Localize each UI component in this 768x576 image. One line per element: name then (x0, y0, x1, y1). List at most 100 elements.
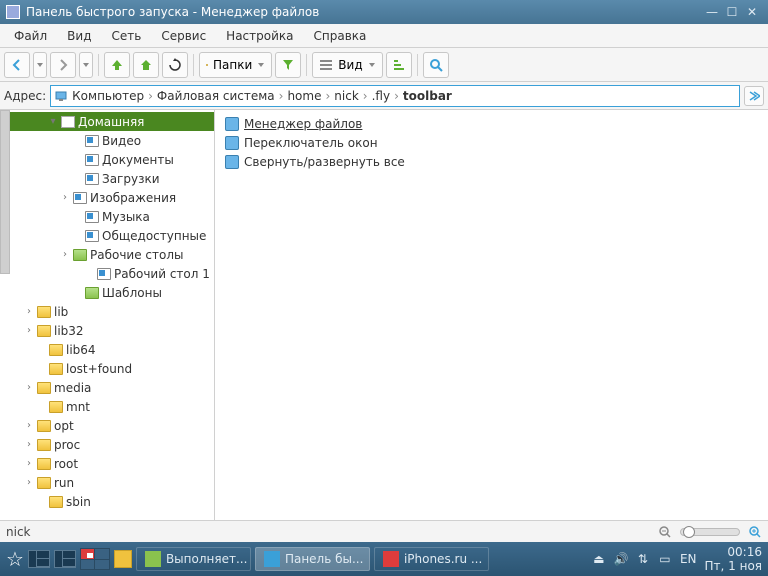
menu-settings[interactable]: Настройка (216, 26, 303, 46)
tree-item[interactable]: ›lib32 (0, 321, 214, 340)
folder-icon (49, 363, 63, 375)
menu-view[interactable]: Вид (57, 26, 101, 46)
tray-screen-icon[interactable]: ▭ (658, 552, 672, 566)
zoom-out-icon[interactable] (658, 525, 672, 539)
tray-clock[interactable]: 00:16 Пт, 1 ноя (705, 545, 763, 574)
tree-item[interactable]: ▾Домашняя (0, 112, 214, 131)
tree-item[interactable]: lost+found (0, 359, 214, 378)
taskbar-window-button[interactable]: Панель бы... (255, 547, 370, 571)
taskbar-window-button[interactable]: iPhones.ru ... (374, 547, 489, 571)
tree-item[interactable]: › root (0, 454, 214, 473)
tree-twisty[interactable]: › (24, 439, 34, 450)
address-box[interactable]: Компьютер› Файловая система› home› nick›… (50, 85, 740, 107)
tree-twisty[interactable]: › (24, 420, 34, 431)
content-area: ▾ДомашняяВидео Документы Загрузки ›Изображе… (0, 110, 768, 520)
breadcrumb-toolbar[interactable]: toolbar (400, 89, 455, 103)
tree-item[interactable]: Рабочий стол 1 (0, 264, 214, 283)
taskbar-window-button[interactable]: Выполняет... (136, 547, 251, 571)
breadcrumb-fs[interactable]: Файловая система (154, 89, 278, 103)
close-button[interactable]: ✕ (742, 3, 762, 21)
file-item[interactable]: Менеджер файлов (221, 114, 762, 133)
file-item[interactable]: Свернуть/развернуть все (221, 152, 762, 171)
forward-dropdown[interactable] (79, 52, 93, 78)
tray-usb-icon[interactable]: ⏏ (592, 552, 606, 566)
folder-icon (85, 135, 99, 147)
tree-item[interactable]: ›proc (0, 435, 214, 454)
tree-twisty[interactable]: › (24, 325, 34, 336)
maximize-button[interactable]: ☐ (722, 3, 742, 21)
menu-file[interactable]: Файл (4, 26, 57, 46)
filter-button[interactable] (275, 52, 301, 78)
tree-item[interactable]: Музыка (0, 207, 214, 226)
breadcrumb-home[interactable]: home (284, 89, 324, 103)
file-label: Переключатель окон (244, 136, 378, 150)
show-desktop-button[interactable] (28, 550, 50, 568)
tree-twisty[interactable]: › (24, 306, 34, 317)
up-button[interactable] (104, 52, 130, 78)
tree-item[interactable]: ›media (0, 378, 214, 397)
workspace-pager[interactable] (80, 548, 110, 570)
breadcrumb-nick[interactable]: nick (331, 89, 362, 103)
tree-item[interactable]: ›Рабочие столы (0, 245, 214, 264)
folder-icon (85, 154, 99, 166)
zoom-slider[interactable] (680, 528, 740, 536)
statusbar: nick (0, 520, 768, 542)
file-list[interactable]: Менеджер файлов Переключатель окон Свернут… (215, 110, 768, 520)
tree-label: opt (54, 419, 74, 433)
quick-launch-icon[interactable] (114, 550, 132, 568)
folder-icon (85, 211, 99, 223)
tree-item[interactable]: ›lib (0, 302, 214, 321)
address-go-button[interactable] (744, 86, 764, 106)
sort-button[interactable] (386, 52, 412, 78)
forward-button[interactable] (50, 52, 76, 78)
tree-scrollbar[interactable] (0, 110, 10, 274)
tree-item[interactable]: mnt (0, 397, 214, 416)
tree-item[interactable]: lib64 (0, 340, 214, 359)
tree-label: mnt (66, 400, 90, 414)
tree-label: run (54, 476, 74, 490)
tree-item[interactable]: sbin (0, 492, 214, 511)
menu-network[interactable]: Сеть (101, 26, 151, 46)
tree-twisty[interactable]: › (24, 477, 34, 488)
minimize-button[interactable]: — (702, 3, 722, 21)
back-dropdown[interactable] (33, 52, 47, 78)
task-label: iPhones.ru ... (404, 552, 482, 566)
tree-label: root (54, 457, 78, 471)
tray-language[interactable]: EN (680, 552, 697, 566)
breadcrumb-fly[interactable]: .fly (369, 89, 393, 103)
breadcrumb-computer[interactable]: Компьютер (69, 89, 147, 103)
folders-dropdown[interactable]: Папки (199, 52, 272, 78)
zoom-in-icon[interactable] (748, 525, 762, 539)
home-button[interactable] (133, 52, 159, 78)
tree-twisty[interactable]: › (24, 382, 34, 393)
tree-item[interactable]: Общедоступные (0, 226, 214, 245)
task-app-icon (383, 551, 399, 567)
tree-item[interactable]: ›Изображения (0, 188, 214, 207)
tree-item[interactable]: Загрузки (0, 169, 214, 188)
view-dropdown[interactable]: Вид (312, 52, 382, 78)
tree-item[interactable]: › opt (0, 416, 214, 435)
file-manager-launcher[interactable] (54, 550, 76, 568)
tree-twisty[interactable]: ▾ (48, 116, 58, 127)
tree-item[interactable]: Шаблоны (0, 283, 214, 302)
tree-label: Документы (102, 153, 174, 167)
start-button[interactable]: ☆ (6, 547, 24, 571)
refresh-button[interactable] (162, 52, 188, 78)
tree-item[interactable]: Видео (0, 131, 214, 150)
tray-volume-icon[interactable]: 🔊 (614, 552, 628, 566)
tree-twisty[interactable]: › (24, 458, 34, 469)
tree-label: Загрузки (102, 172, 160, 186)
file-item[interactable]: Переключатель окон (221, 133, 762, 152)
back-button[interactable] (4, 52, 30, 78)
search-button[interactable] (423, 52, 449, 78)
folder-tree[interactable]: ▾ДомашняяВидео Документы Загрузки ›Изображе… (0, 110, 215, 520)
tree-item[interactable]: › run (0, 473, 214, 492)
tray-network-icon[interactable]: ⇅ (636, 552, 650, 566)
tree-twisty[interactable]: › (60, 192, 70, 203)
folder-icon (37, 439, 51, 451)
folder-icon (49, 496, 63, 508)
menu-service[interactable]: Сервис (151, 26, 216, 46)
tree-twisty[interactable]: › (60, 249, 70, 260)
tree-item[interactable]: Документы (0, 150, 214, 169)
menu-help[interactable]: Справка (304, 26, 377, 46)
